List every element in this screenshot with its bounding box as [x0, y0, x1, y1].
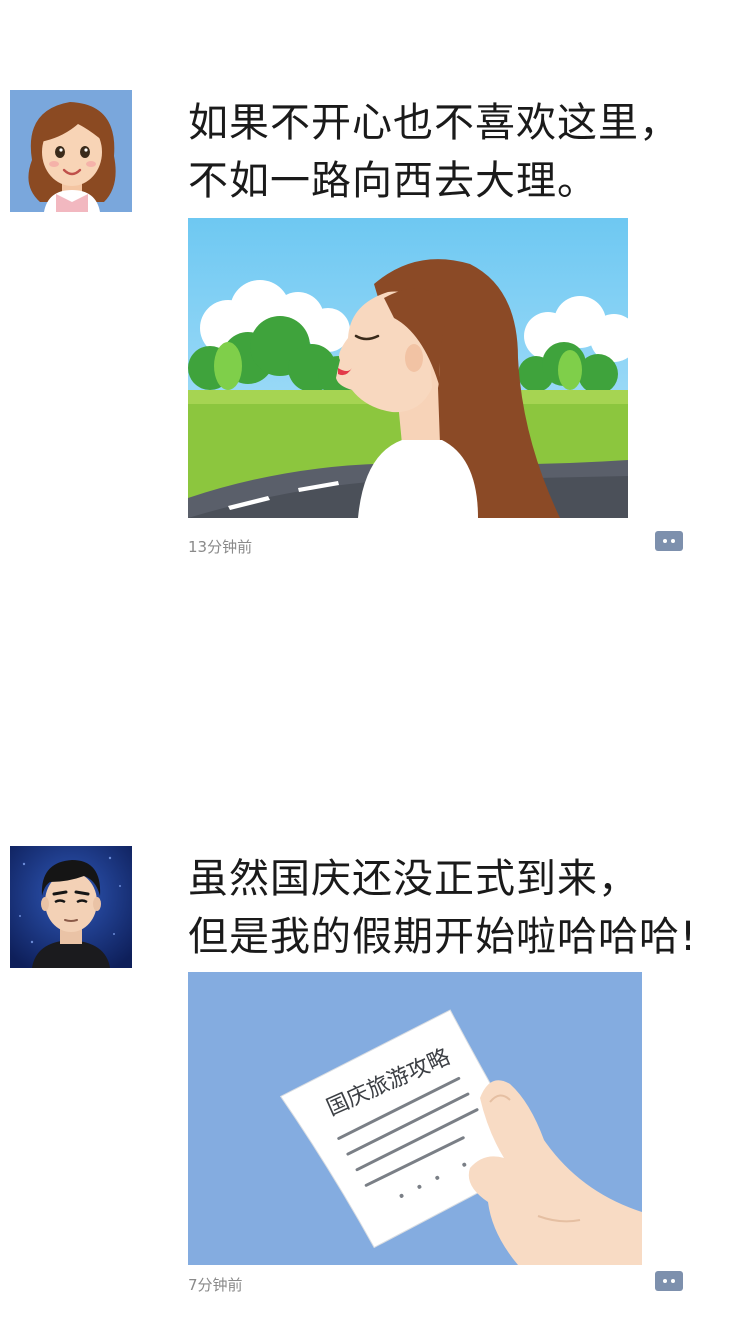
- timestamp: 13分钟前: [188, 538, 253, 556]
- post-text-line: 如果不开心也不喜欢这里，: [188, 100, 680, 146]
- avatar[interactable]: [10, 90, 132, 212]
- post-text-line: 虽然国庆还没正式到来，: [188, 856, 639, 902]
- post-text-line: 不如一路向西去大理。: [188, 158, 598, 204]
- comment-button[interactable]: [655, 1271, 683, 1291]
- post-image[interactable]: [188, 218, 628, 518]
- moments-feed: 如果不开心也不喜欢这里， 不如一路向西去大理。 13分钟前 虽然国庆还没正式到来…: [0, 0, 750, 1334]
- post-text: 如果不开心也不喜欢这里， 不如一路向西去大理。: [188, 94, 738, 210]
- comment-icon-dot: [671, 1279, 675, 1283]
- comment-icon: [663, 539, 667, 543]
- travel-guide-paper-illustration: 国庆旅游攻略: [188, 972, 642, 1265]
- post-text: 虽然国庆还没正式到来， 但是我的假期开始啦哈哈哈!: [188, 850, 738, 966]
- post-text-line: 但是我的假期开始啦哈哈哈!: [188, 914, 698, 960]
- woman-on-road-illustration: [188, 218, 628, 518]
- post-image[interactable]: 国庆旅游攻略: [188, 972, 642, 1265]
- girl-avatar-icon: [10, 90, 132, 212]
- timestamp: 7分钟前: [188, 1276, 243, 1294]
- comment-icon-dot: [671, 539, 675, 543]
- avatar[interactable]: [10, 846, 132, 968]
- boy-avatar-icon: [10, 846, 132, 968]
- comment-button[interactable]: [655, 531, 683, 551]
- comment-icon: [663, 1279, 667, 1283]
